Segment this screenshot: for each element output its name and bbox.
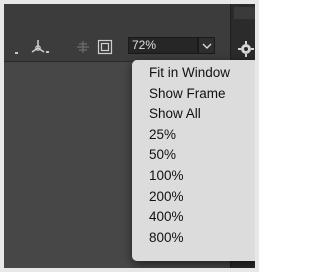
zoom-level-field[interactable]: 72%: [128, 37, 198, 54]
menu-item-50[interactable]: 50%: [132, 145, 255, 166]
menu-item-fit-in-window[interactable]: Fit in Window: [132, 63, 255, 84]
menu-item-200[interactable]: 200%: [132, 187, 255, 208]
zoom-level-value: 72%: [132, 38, 157, 52]
menu-item-show-frame[interactable]: Show Frame: [132, 84, 255, 105]
side-panel-tab[interactable]: [234, 7, 255, 19]
shape-dropdown-icon[interactable]: [14, 39, 22, 55]
zoom-dropdown-menu: Fit in Window Show Frame Show All 25% 50…: [132, 60, 255, 261]
snap-grid-icon[interactable]: [75, 39, 91, 55]
frame-icon[interactable]: [97, 39, 113, 55]
menu-item-400[interactable]: 400%: [132, 207, 255, 228]
menu-item-25[interactable]: 25%: [132, 125, 255, 146]
menu-item-show-all[interactable]: Show All: [132, 104, 255, 125]
chevron-down-icon: [202, 43, 212, 49]
toolbar: 72%: [4, 4, 230, 61]
transform-3d-icon[interactable]: [30, 39, 52, 55]
menu-item-100[interactable]: 100%: [132, 166, 255, 187]
app-window: 72% Fit in Window Show Frame Show All 25…: [0, 0, 259, 272]
menu-item-800[interactable]: 800%: [132, 228, 255, 249]
zoom-dropdown-button[interactable]: [198, 37, 215, 54]
